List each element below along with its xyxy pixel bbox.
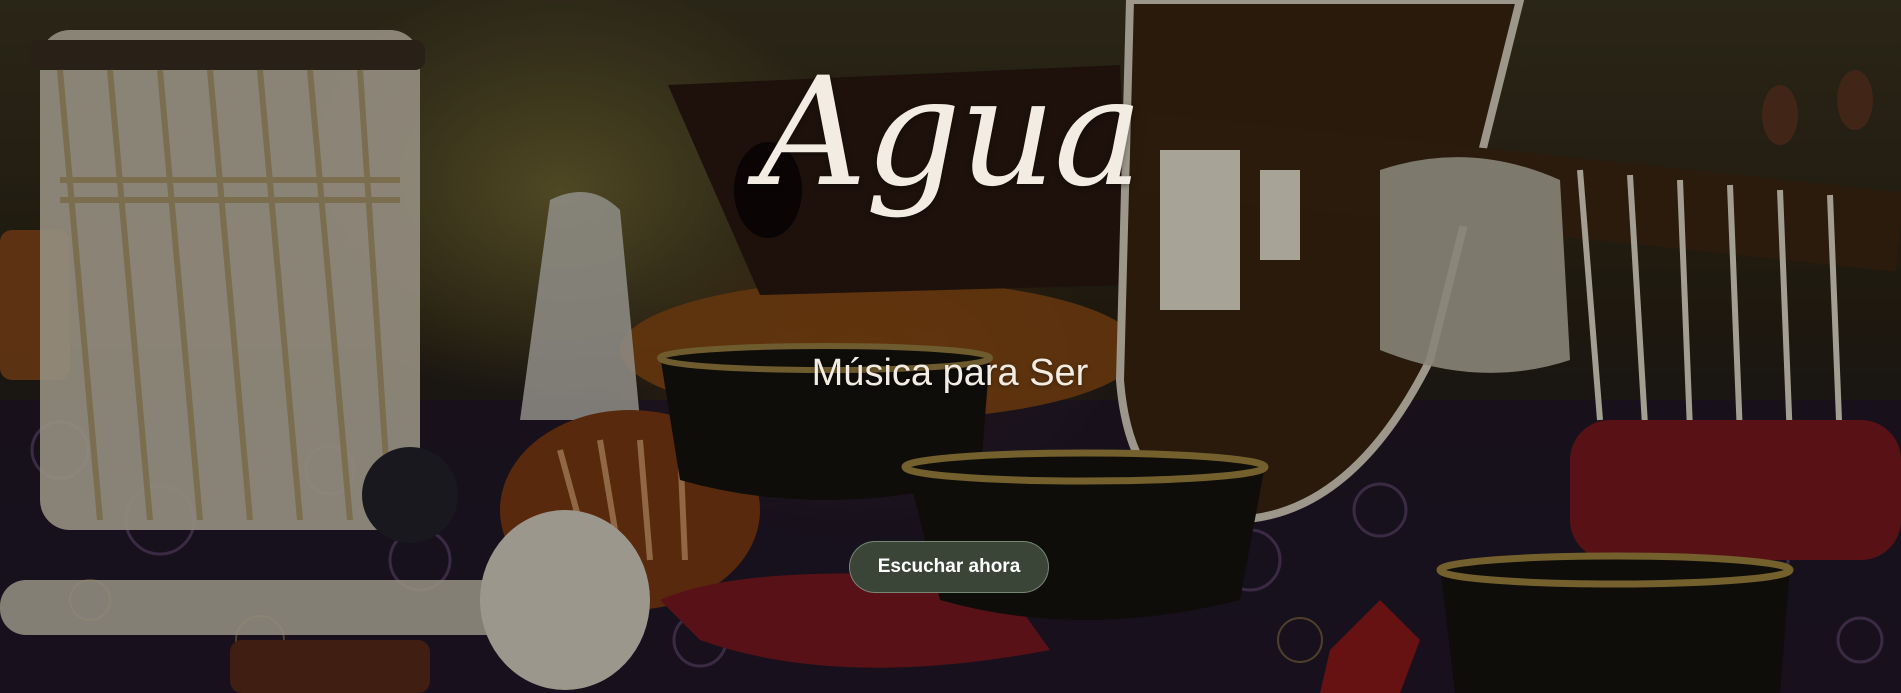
hero-content: Agua Música para Ser Escuchar ahora (0, 0, 1901, 693)
listen-now-button[interactable]: Escuchar ahora (849, 541, 1049, 593)
hero-section: Agua Música para Ser Escuchar ahora (0, 0, 1901, 693)
hero-subtitle: Música para Ser (811, 352, 1089, 394)
hero-title: Agua (758, 46, 1143, 220)
